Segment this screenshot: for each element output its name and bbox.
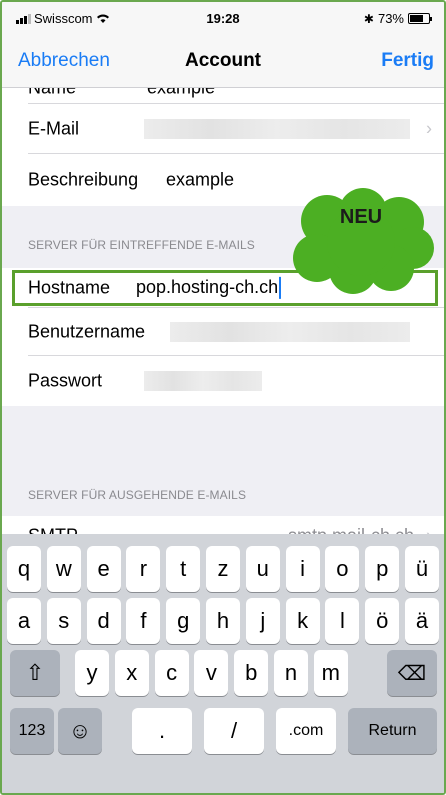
key-row1-4[interactable]: t — [166, 546, 201, 592]
smtp-label: SMTP — [28, 526, 78, 535]
shift-icon: ⇧ — [25, 660, 45, 685]
email-value-redacted[interactable] — [144, 119, 410, 139]
email-row[interactable]: E-Mail › — [2, 104, 444, 154]
key-row3-0[interactable]: y — [75, 650, 109, 696]
key-row3-5[interactable]: n — [274, 650, 308, 696]
battery-label: 73% — [377, 11, 404, 26]
key-row1-7[interactable]: i — [285, 546, 320, 592]
key-row1-10[interactable]: ü — [405, 546, 439, 592]
delete-key[interactable]: ⌫ — [387, 650, 437, 696]
key-row2-2[interactable]: d — [86, 598, 121, 644]
description-label: Beschreibung — [28, 169, 139, 190]
shift-key[interactable]: ⇧ — [10, 650, 60, 696]
dotcom-key[interactable]: .com — [276, 708, 336, 754]
done-button[interactable]: Fertig — [381, 50, 434, 72]
key-row1-1[interactable]: w — [46, 546, 81, 592]
key-row1-6[interactable]: u — [245, 546, 280, 592]
key-row3-2[interactable]: c — [154, 650, 189, 696]
key-row1-2[interactable]: e — [86, 546, 121, 592]
key-row2-1[interactable]: s — [46, 598, 81, 644]
emoji-icon: ☺ — [68, 718, 92, 743]
key-row1-5[interactable]: z — [206, 546, 240, 592]
status-bar: Swisscom 19:28 ✱ 73% — [2, 2, 444, 36]
smtp-value: smtp.mail-ch.ch — [288, 526, 414, 535]
key-row1-9[interactable]: p — [365, 546, 400, 592]
key-row1-0[interactable]: q — [7, 546, 41, 592]
password-row[interactable]: Passwort — [2, 356, 444, 406]
key-row2-9[interactable]: ö — [365, 598, 400, 644]
key-row2-4[interactable]: g — [166, 598, 201, 644]
key-row1-3[interactable]: r — [126, 546, 161, 592]
delete-icon: ⌫ — [397, 662, 427, 685]
status-right: ✱ 73% — [363, 11, 432, 26]
key-row2-3[interactable]: f — [126, 598, 161, 644]
username-value-redacted[interactable] — [170, 322, 410, 342]
numbers-key[interactable]: 123 — [10, 708, 54, 754]
password-label: Passwort — [28, 370, 103, 391]
slash-key[interactable]: / — [204, 708, 264, 754]
page-title: Account — [185, 50, 261, 71]
emoji-key[interactable]: ☺ — [58, 708, 102, 754]
incoming-section-header: SERVER FÜR EINTREFFENDE E-MAILS — [28, 238, 255, 252]
description-value[interactable]: example — [166, 170, 234, 191]
key-row3-3[interactable]: v — [194, 650, 229, 696]
chevron-right-icon: › — [426, 118, 432, 139]
keyboard: qwertzuiopü asdfghjklöä ⇧ yxcvbnm ⌫ 123 … — [2, 534, 444, 793]
username-label: Benutzername — [28, 321, 146, 342]
key-row2-5[interactable]: h — [206, 598, 240, 644]
key-row2-10[interactable]: ä — [405, 598, 439, 644]
new-callout-cloud — [293, 188, 434, 294]
return-key[interactable]: Return — [348, 708, 437, 754]
new-callout-label: NEU — [339, 206, 383, 228]
email-label: E-Mail — [28, 118, 80, 139]
phone-screen: Swisscom 19:28 ✱ 73% Abbrechen Account F… — [0, 0, 446, 795]
name-value[interactable]: example — [147, 88, 215, 99]
key-row3-6[interactable]: m — [313, 650, 348, 696]
period-key[interactable]: . — [132, 708, 192, 754]
battery-icon — [408, 13, 432, 24]
key-row2-6[interactable]: j — [245, 598, 280, 644]
key-row1-8[interactable]: o — [325, 546, 360, 592]
password-value-redacted[interactable] — [144, 371, 262, 391]
name-label: Name — [28, 88, 76, 99]
bluetooth-icon: ✱ — [363, 11, 374, 26]
smtp-row[interactable]: SMTP smtp.mail-ch.ch › — [2, 516, 444, 534]
chevron-right-icon: › — [426, 526, 432, 535]
key-row2-8[interactable]: l — [325, 598, 360, 644]
key-row3-1[interactable]: x — [114, 650, 149, 696]
account-form: Name example E-Mail › Beschreibung examp… — [2, 88, 444, 534]
username-row[interactable]: Benutzername — [2, 308, 444, 356]
outgoing-section-header: SERVER FÜR AUSGEHENDE E-MAILS — [28, 488, 247, 502]
key-row2-0[interactable]: a — [7, 598, 41, 644]
key-row3-4[interactable]: b — [234, 650, 269, 696]
navigation-bar: Abbrechen Account Fertig — [2, 36, 444, 88]
key-row2-7[interactable]: k — [285, 598, 320, 644]
name-row[interactable]: Name example — [2, 88, 444, 104]
